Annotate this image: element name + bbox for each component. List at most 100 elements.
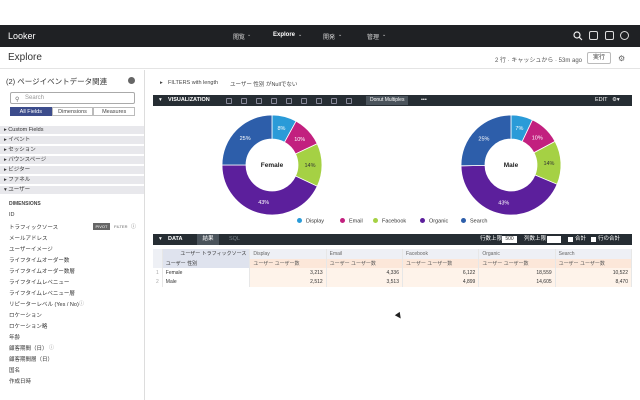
scatter-viz-icon[interactable]: [271, 98, 277, 104]
field-item[interactable]: ライフタイムレベニュー: [9, 278, 69, 286]
row-totals-checkbox[interactable]: [591, 237, 596, 242]
table-viz-icon[interactable]: [226, 98, 232, 104]
measure-header[interactable]: ユーザー ユーザー数: [478, 258, 556, 268]
donut-multiples-chip[interactable]: Donut Multiples: [366, 96, 409, 105]
gear-icon[interactable]: ⚙: [618, 54, 625, 63]
field-item[interactable]: ロケーション: [9, 311, 42, 319]
filters-bar[interactable]: ▸ FILTERS with length ユーザー 性別 がNullでない: [152, 80, 632, 90]
looker-logo[interactable]: Looker: [8, 31, 36, 41]
nav-menu-explore[interactable]: Explore: [273, 32, 295, 38]
tab-all-fields[interactable]: All Fields: [10, 107, 52, 116]
measure-cell[interactable]: 4,336: [326, 268, 404, 278]
group-funnel[interactable]: ▸ ファネル: [0, 176, 144, 185]
field-item[interactable]: ロケーション略: [9, 322, 47, 330]
measure-cell[interactable]: 6,122: [402, 268, 480, 278]
field-item[interactable]: リピーターレベル (Yes / No): [9, 300, 79, 308]
row-limit-input[interactable]: 500: [502, 236, 517, 243]
pivot-col-header[interactable]: Display: [249, 249, 327, 259]
pivot-header[interactable]: ユーザー トラフィックソース: [162, 249, 251, 259]
field-item[interactable]: 顧客期間（日）: [9, 344, 48, 352]
dimension-header[interactable]: ユーザー 性別: [162, 258, 251, 268]
field-item[interactable]: 国名: [9, 366, 20, 374]
slice-label: 10%: [294, 137, 305, 143]
pie-viz-icon[interactable]: [316, 98, 322, 104]
field-item[interactable]: ライフタイムレベニュー層: [9, 289, 75, 297]
legend-item-organic: Organic: [420, 218, 448, 225]
field-item[interactable]: ライフタイムオーダー数: [9, 256, 69, 264]
gear-icon[interactable]: ⚙▾: [612, 95, 620, 106]
field-search-input[interactable]: ⚲ Search: [10, 92, 135, 104]
run-button[interactable]: 実行: [587, 52, 611, 64]
pivot-col-header[interactable]: Search: [555, 249, 633, 259]
search-icon[interactable]: [573, 31, 583, 41]
pivot-col-header[interactable]: Organic: [478, 249, 556, 259]
field-item[interactable]: トラフィックソース: [9, 223, 58, 231]
totals-checkbox[interactable]: [568, 237, 573, 242]
group-users[interactable]: ▾ ユーザー: [0, 186, 144, 195]
legend-item-facebook: Facebook: [373, 218, 406, 225]
info-icon[interactable]: ⓘ: [79, 300, 84, 307]
filter-button[interactable]: FILTER: [114, 224, 127, 229]
measure-cell[interactable]: 2,512: [249, 277, 327, 287]
help-icon[interactable]: [605, 31, 614, 40]
info-icon[interactable]: ⓘ: [131, 223, 136, 230]
field-item[interactable]: ユーザーイメージ: [9, 245, 53, 253]
slice-label: 25%: [478, 136, 489, 142]
bar-viz-icon[interactable]: [256, 98, 262, 104]
measure-cell[interactable]: 8,470: [555, 277, 633, 287]
nav-menu-admin[interactable]: 管理: [367, 32, 379, 41]
line-viz-icon[interactable]: [286, 98, 292, 104]
tab-dimensions[interactable]: Dimensions: [51, 107, 94, 116]
dimension-cell[interactable]: Male: [162, 277, 251, 287]
tab-sql[interactable]: SQL: [229, 234, 240, 245]
user-avatar-icon[interactable]: [620, 31, 629, 40]
pivot-col-header[interactable]: Facebook: [402, 249, 480, 259]
tab-results[interactable]: 結果: [197, 234, 219, 245]
dimension-cell[interactable]: Female: [162, 268, 251, 278]
measure-cell[interactable]: 10,522: [555, 268, 633, 278]
filter-summary: ユーザー 性別 がNullでない: [230, 82, 298, 88]
measure-header[interactable]: ユーザー ユーザー数: [326, 258, 404, 268]
edit-viz-button[interactable]: EDIT: [595, 95, 608, 106]
measure-header[interactable]: ユーザー ユーザー数: [555, 258, 633, 268]
row-number: 2: [153, 277, 163, 287]
legend-item-display: Display: [297, 218, 324, 225]
search-placeholder: Search: [25, 95, 45, 101]
field-item[interactable]: ライフタイムオーダー数層: [9, 267, 75, 275]
measure-cell[interactable]: 3,213: [249, 268, 327, 278]
collapse-icon[interactable]: [128, 77, 135, 84]
pivot-button[interactable]: PIVOT: [93, 223, 110, 230]
column-viz-icon[interactable]: [241, 98, 247, 104]
pivot-col-header[interactable]: Email: [326, 249, 404, 259]
group-events[interactable]: ▸ イベント: [0, 136, 144, 145]
row-totals-label: 行の合計: [598, 236, 621, 242]
tab-measures[interactable]: Measures: [93, 107, 136, 116]
measure-cell[interactable]: 4,899: [402, 277, 480, 287]
nav-menu-browse[interactable]: 閲覧: [233, 32, 245, 41]
collapse-arrow-icon[interactable]: ▾: [159, 95, 162, 106]
chevron-down-icon: ⌄: [382, 32, 387, 38]
measure-header[interactable]: ユーザー ユーザー数: [402, 258, 480, 268]
measure-cell[interactable]: 18,559: [478, 268, 556, 278]
info-icon[interactable]: ⓘ: [49, 344, 54, 351]
measure-cell[interactable]: 14,605: [478, 277, 556, 287]
group-visitors[interactable]: ▸ ビジター: [0, 166, 144, 175]
group-custom-fields[interactable]: ▸ Custom Fields: [0, 126, 144, 135]
field-item[interactable]: 顧客期間層（日）: [9, 355, 53, 363]
group-bounce-page[interactable]: ▸ バウンスページ: [0, 156, 144, 165]
single-value-viz-icon[interactable]: [346, 98, 352, 104]
measure-header[interactable]: ユーザー ユーザー数: [249, 258, 327, 268]
area-viz-icon[interactable]: [301, 98, 307, 104]
field-item[interactable]: 年齢: [9, 333, 20, 341]
dashboard-icon[interactable]: [589, 31, 598, 40]
map-viz-icon[interactable]: [331, 98, 337, 104]
collapse-arrow-icon[interactable]: ▾: [159, 234, 162, 245]
field-item[interactable]: ID: [9, 212, 15, 218]
measure-cell[interactable]: 3,513: [326, 277, 404, 287]
column-limit-input[interactable]: [547, 236, 561, 243]
group-sessions[interactable]: ▸ セッション: [0, 146, 144, 155]
more-viz-icon[interactable]: •••: [421, 95, 427, 106]
field-item[interactable]: メールアドレス: [9, 234, 48, 242]
nav-menu-develop[interactable]: 開発: [323, 32, 335, 41]
field-item[interactable]: 作成日時: [9, 377, 31, 385]
